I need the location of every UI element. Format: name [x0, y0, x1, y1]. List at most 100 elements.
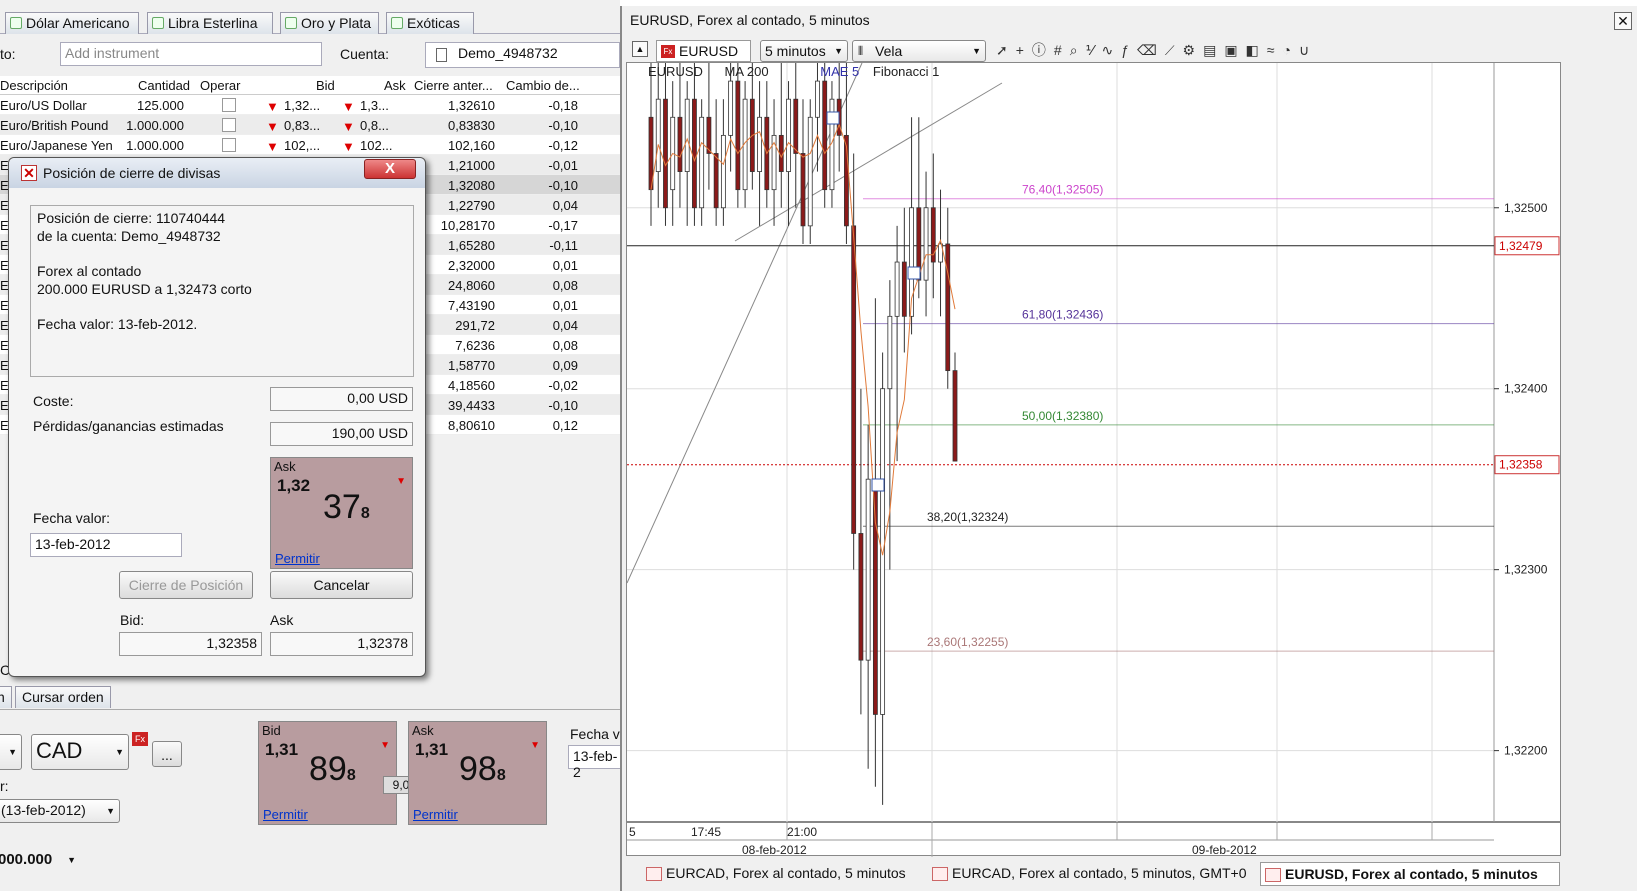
table-row[interactable]: Euro/British Pound 1.000.000 ▼ ▼ 0,83... 0,8.… [0, 115, 620, 135]
col-ask[interactable]: Ask [384, 78, 406, 93]
tab-eurcad-gmt-chart[interactable]: EURCAD, Forex al contado, 5 minutos, GMT… [928, 862, 1256, 886]
permitir-link[interactable]: Permitir [275, 551, 320, 566]
down-arrow-icon: ▼ [380, 740, 390, 751]
col-cantidad[interactable]: Cantidad [138, 78, 190, 93]
window-icon[interactable]: ▣ [1224, 42, 1245, 58]
trade-marker [826, 111, 840, 125]
wave-icon[interactable]: ≈ [1267, 42, 1283, 58]
chart-style-select[interactable]: ⫴ Vela ▼ [852, 40, 986, 62]
tab-cursar-orden[interactable]: Cursar orden [15, 686, 111, 708]
date-select[interactable]: (13-feb-2012) ▼ [0, 799, 120, 823]
cell-cambio: -0,17 [548, 218, 578, 233]
cell-cambio: -0,10 [548, 398, 578, 413]
candle-body [887, 315, 893, 390]
close-icon[interactable]: ✕ [1614, 12, 1632, 30]
col-cambio[interactable]: Cambio de... [506, 78, 580, 93]
tab-eurcad-chart[interactable]: EURCAD, Forex al contado, 5 minutos [642, 862, 920, 886]
crosshair-icon[interactable]: + [1016, 42, 1032, 58]
bid-quote-tile[interactable]: Bid ▼ 1,31 898 Permitir [258, 721, 397, 825]
pointer-icon[interactable]: ➚ [996, 42, 1016, 58]
col-operar[interactable]: Operar [200, 78, 240, 93]
tab-order-left[interactable]: n [0, 686, 12, 708]
indicator-icon[interactable]: ∿ [1102, 42, 1122, 58]
interval-value: 5 minutos [765, 43, 826, 59]
trendline-icon[interactable]: ⟋ [1165, 42, 1183, 58]
info-account-line: de la cuenta: Demo_4948732 [37, 228, 221, 244]
permitir-link[interactable]: Permitir [263, 807, 308, 822]
date-select-value: (13-feb-2012) [1, 802, 86, 818]
fibonacci-icon[interactable]: ƒ [1121, 42, 1137, 58]
fibonacci-label: 76,40(1,32505) [1022, 183, 1103, 197]
quote-pips-value: 37 [323, 488, 361, 526]
cell-cambio: 0,04 [552, 318, 578, 333]
cell-cierre-anterior: 2,32000 [448, 258, 495, 273]
fibonacci-label: 50,00(1,32380) [1022, 409, 1103, 423]
tab-icon [152, 17, 164, 29]
col-descripcion[interactable]: Descripción [0, 78, 68, 93]
more-button[interactable]: ... [152, 741, 182, 767]
info-icon[interactable]: ⓘ [1032, 42, 1054, 58]
quote-pips: 988 [459, 750, 506, 789]
currency-value: CAD [36, 738, 83, 763]
quote-label: Ask [274, 459, 296, 474]
tab-libra-esterlina[interactable]: Libra Esterlina [147, 12, 273, 34]
close-position-button[interactable]: Cierre de Posición [119, 571, 253, 599]
cell-cierre-anterior: 1,21000 [448, 158, 495, 173]
legend-ma200[interactable]: MA 200 [725, 64, 769, 79]
candle-body [800, 153, 806, 227]
dialog-close-button[interactable]: X [364, 159, 416, 179]
magnet-icon[interactable]: ∪ [1299, 42, 1317, 58]
legend-symbol[interactable]: EURUSD [648, 64, 703, 79]
symbol-field[interactable]: Fx EURUSD [656, 40, 751, 62]
quote-pips-value: 98 [459, 750, 497, 788]
currency-select[interactable]: CAD ▼ [31, 734, 129, 770]
col-cierre-anterior[interactable]: Cierre anter... [414, 78, 493, 93]
cell-cambio: 0,09 [552, 358, 578, 373]
layers-icon[interactable]: ▤ [1203, 42, 1224, 58]
add-instrument-input[interactable]: Add instrument [60, 42, 322, 66]
candle-body [713, 153, 719, 209]
tab-oro-y-plata[interactable]: Oro y Plata [280, 12, 379, 34]
cancel-button[interactable]: Cancelar [270, 571, 413, 599]
col-bid[interactable]: Bid [316, 78, 335, 93]
operar-checkbox[interactable] [222, 138, 236, 152]
amount-select[interactable]: 000.000 ▼ [0, 849, 80, 873]
tab-dolar-americano[interactable]: Dólar Americano [5, 12, 139, 34]
chart-area[interactable]: 1,32500 1,32400 1,32300 1,32200 76,40(1,3250… [626, 62, 1561, 823]
fecha-input[interactable]: 13-feb-2 [568, 745, 620, 780]
collapse-icon[interactable]: ▲ [632, 41, 648, 57]
indicator-legend: EURUSD MA 200 MAE 5 Fibonacci 1 [648, 64, 1028, 80]
chart-icon [932, 867, 948, 881]
zoom-icon[interactable]: ⌕ [1070, 42, 1086, 58]
ask-quote-tile[interactable]: Ask ▼ 1,31 988 Permitir [408, 721, 547, 825]
info-position-line: Posición de cierre: 110740444 [37, 210, 226, 226]
account-select[interactable]: Demo_4948732 [425, 42, 620, 68]
operar-checkbox[interactable] [222, 118, 236, 132]
legend-mae5[interactable]: MAE 5 [820, 64, 859, 79]
ask-down-icon: ▼ [342, 99, 355, 114]
tab-exoticas[interactable]: Exóticas [386, 12, 474, 34]
legend-fibonacci[interactable]: Fibonacci 1 [873, 64, 939, 79]
table-row[interactable]: Euro/Japanese Yen 1.000.000 ▼ ▼ 102,... 102..… [0, 135, 620, 155]
cell-cierre-anterior: 102,160 [448, 138, 495, 153]
table-row[interactable]: Euro/US Dollar 125.000 ▼ ▼ 1,32... 1,3... 1,32… [0, 95, 620, 115]
interval-select[interactable]: 5 minutos ▼ [760, 40, 848, 62]
cell-cierre-anterior: 1,32610 [448, 98, 495, 113]
x-date-label: 09-feb-2012 [1192, 843, 1257, 857]
tab-eurusd-chart[interactable]: EURUSD, Forex al contado, 5 minutos [1260, 862, 1560, 886]
candle-body [923, 207, 929, 281]
chart-icon [1265, 868, 1281, 882]
side-select[interactable]: ▼ [0, 734, 22, 770]
sound-icon[interactable]: ◔ [1282, 42, 1298, 58]
quote-big-figure: 1,31 [415, 740, 449, 759]
permitir-link[interactable]: Permitir [413, 807, 458, 822]
eraser-icon[interactable]: ⌫ [1137, 42, 1165, 58]
tools-icon[interactable]: ⚙ [1183, 42, 1204, 58]
dialog-ask-quote-tile[interactable]: Ask ▼ 1,32 378 Permitir [270, 457, 413, 569]
operar-checkbox[interactable] [222, 98, 236, 112]
candle-body [815, 80, 820, 118]
grid-icon[interactable]: # [1054, 42, 1070, 58]
scale-icon[interactable]: ⅟ [1086, 42, 1102, 58]
color-icon[interactable]: ◧ [1246, 42, 1267, 58]
value-date-field[interactable]: 13-feb-2012 [30, 533, 182, 557]
